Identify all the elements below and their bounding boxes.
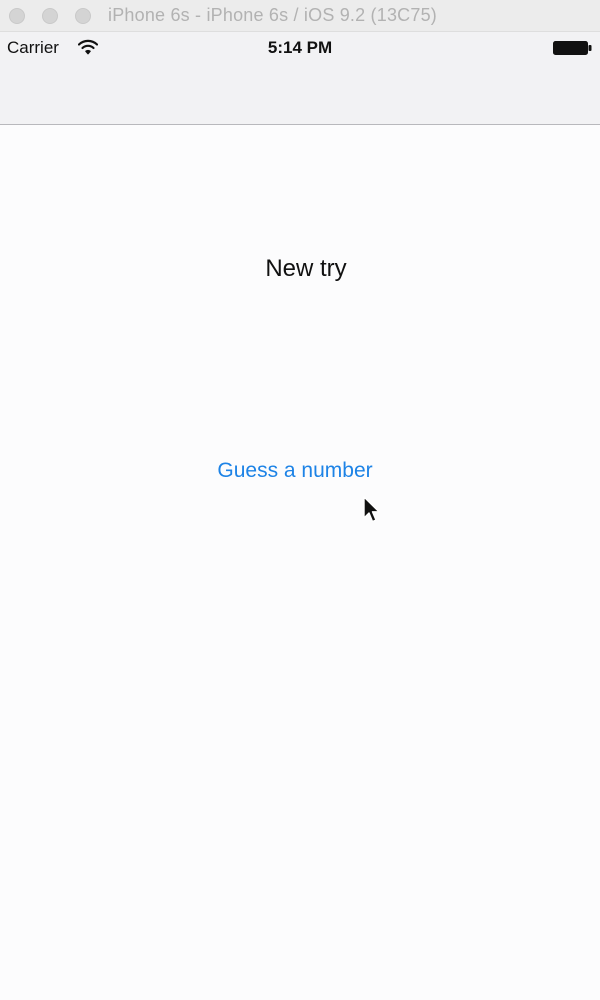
new-try-label: New try (265, 255, 347, 282)
zoom-window-button[interactable] (75, 8, 91, 24)
mouse-cursor-icon (363, 496, 380, 523)
minimize-window-button[interactable] (42, 8, 58, 24)
close-window-button[interactable] (9, 8, 25, 24)
simulator-window: iPhone 6s - iPhone 6s / iOS 9.2 (13C75) … (0, 0, 600, 1000)
main-content: New try Guess a number (0, 125, 600, 1000)
battery-icon (553, 41, 592, 55)
guess-number-button[interactable]: Guess a number (190, 453, 400, 489)
window-title: iPhone 6s - iPhone 6s / iOS 9.2 (13C75) (108, 5, 437, 25)
window-titlebar: iPhone 6s - iPhone 6s / iOS 9.2 (13C75) (0, 0, 600, 32)
status-time: 5:14 PM (267, 38, 333, 57)
status-bar: Carrier 5:14 PM (0, 32, 600, 62)
navigation-bar (0, 62, 600, 125)
